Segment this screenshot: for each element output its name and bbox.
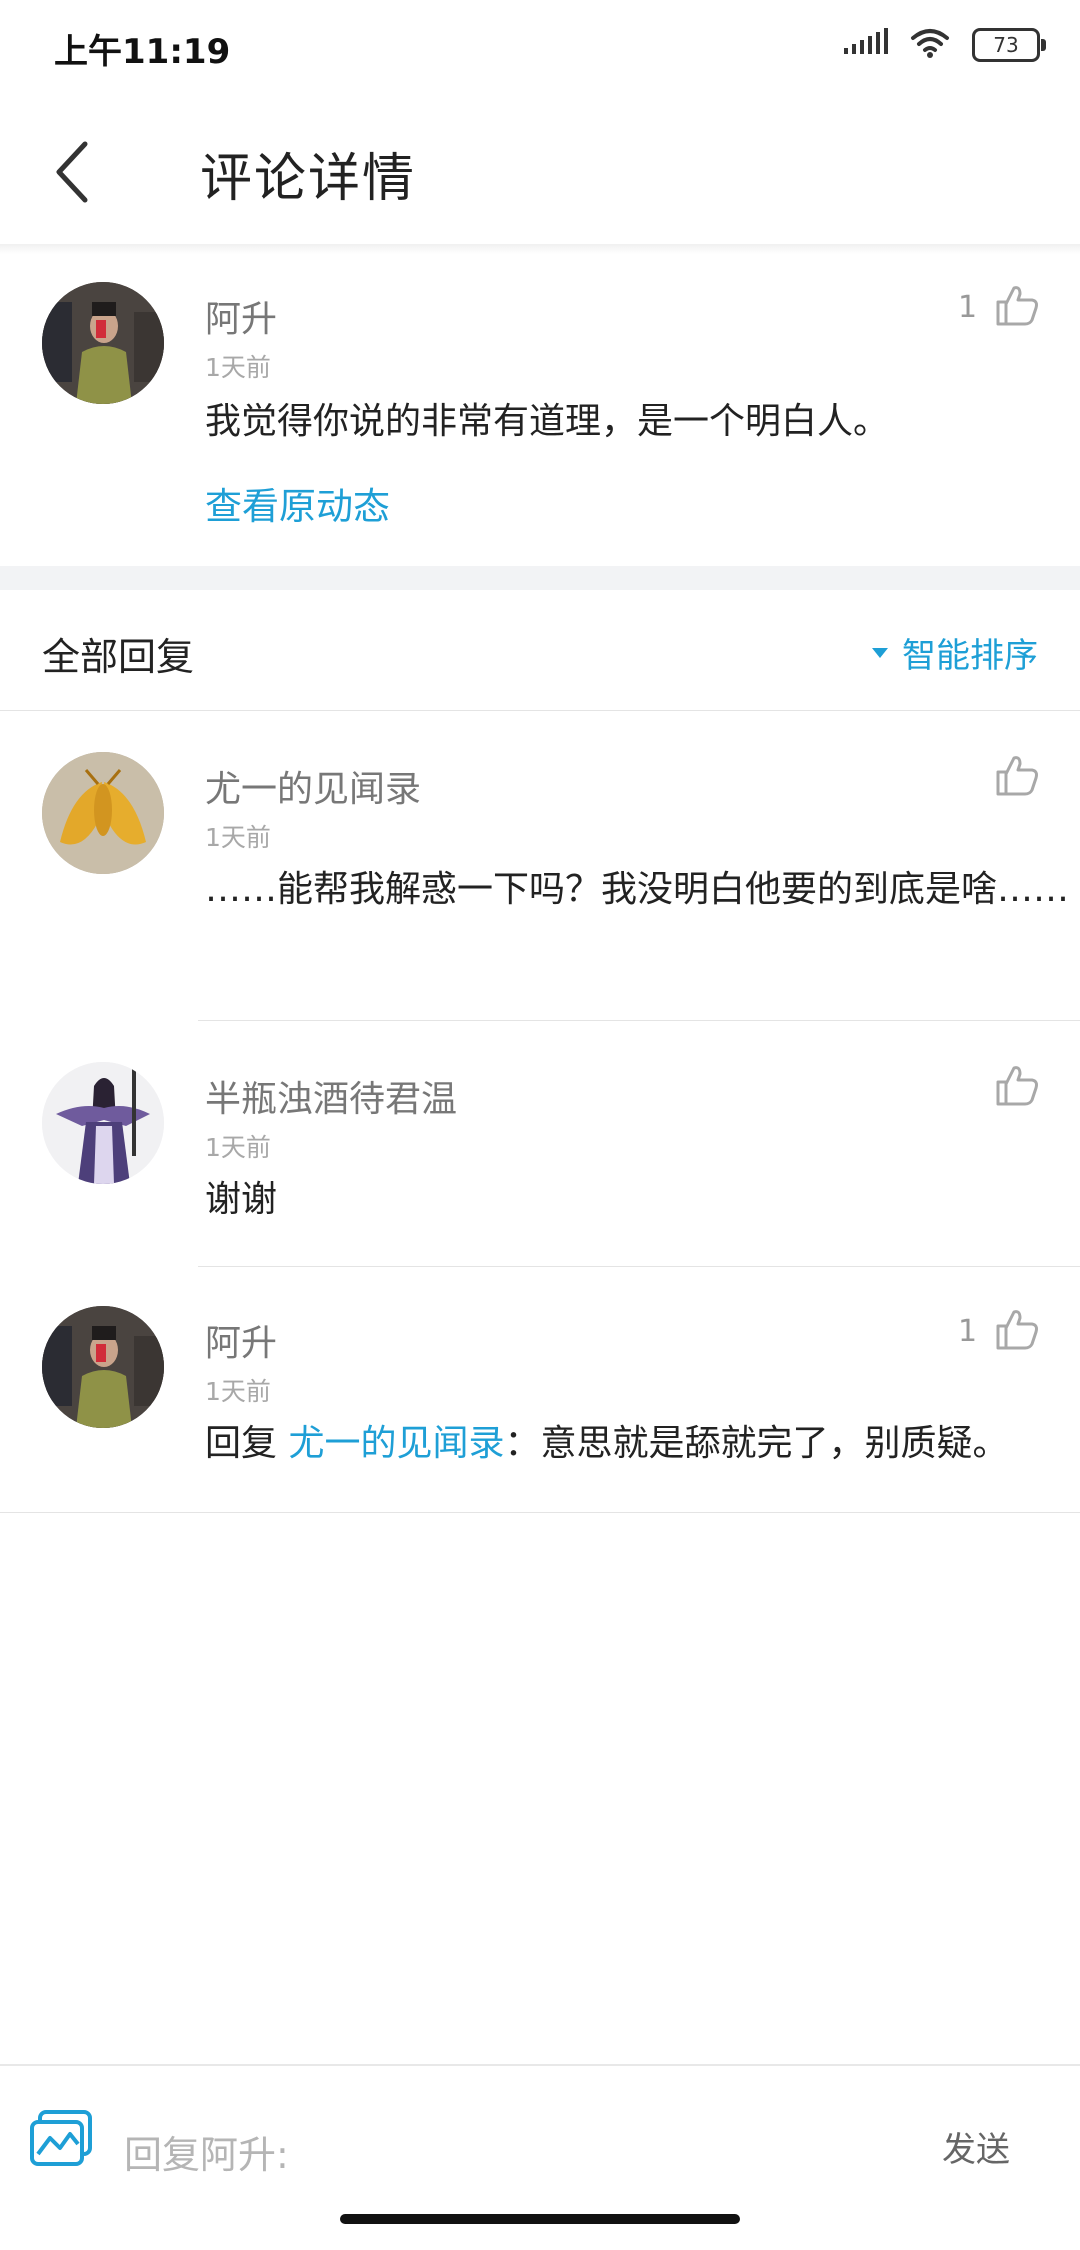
chevron-left-icon <box>56 141 88 203</box>
picture-icon <box>30 2110 92 2166</box>
comment-username[interactable]: 阿升 <box>205 290 277 342</box>
reply-time: 1天前 <box>205 1133 271 1162</box>
avatar[interactable] <box>42 1062 164 1184</box>
thumbs-up-icon <box>996 1310 1038 1350</box>
reply-prefix: 回复 <box>205 1423 289 1464</box>
avatar[interactable] <box>42 282 164 404</box>
reply-username[interactable]: 尤一的见闻录 <box>205 760 421 812</box>
app-header: 评论详情 <box>0 96 1080 245</box>
divider <box>198 1020 1080 1021</box>
sort-button[interactable]: 智能排序 <box>870 628 1038 677</box>
reply-time: 1天前 <box>205 1377 271 1406</box>
signal-icon <box>844 28 888 62</box>
reply-body: ：意思就是舔就完了，别质疑。 <box>504 1423 1009 1464</box>
back-button[interactable] <box>36 132 106 212</box>
reply-username[interactable]: 阿升 <box>205 1314 277 1366</box>
header-shadow <box>0 244 1080 254</box>
send-button[interactable]: 发送 <box>942 2122 1010 2171</box>
like-count: 1 <box>958 1314 978 1349</box>
avatar[interactable] <box>42 1306 164 1428</box>
like-button[interactable] <box>994 752 1040 802</box>
thumbs-up-icon <box>996 1066 1038 1106</box>
reply-text: 谢谢 <box>205 1179 278 1220</box>
like-button[interactable] <box>994 1306 1040 1356</box>
page-title: 评论详情 <box>200 149 417 209</box>
avatar[interactable] <box>42 752 164 874</box>
replies-section-title: 全部回复 <box>42 635 195 679</box>
like-button[interactable] <box>994 1062 1040 1112</box>
thumbs-up-icon <box>996 286 1038 326</box>
view-original-link[interactable]: 查看原动态 <box>205 476 390 530</box>
home-indicator[interactable] <box>340 2214 740 2224</box>
divider <box>0 710 1080 711</box>
reply-time: 1天前 <box>205 823 271 852</box>
battery-indicator: 73 <box>972 28 1046 62</box>
caret-down-icon <box>872 647 888 658</box>
divider <box>198 1266 1080 1267</box>
status-time: 上午11:19 <box>54 32 231 72</box>
mention-link[interactable]: 尤一的见闻录 <box>288 1423 504 1464</box>
sort-label: 智能排序 <box>902 636 1038 676</box>
image-picker-button[interactable] <box>30 2110 92 2172</box>
reply-input[interactable] <box>122 2116 886 2194</box>
reply-username[interactable]: 半瓶浊酒待君温 <box>205 1070 457 1122</box>
status-icons: 73 <box>844 28 1046 62</box>
reply-text: 回复 尤一的见闻录：意思就是舔就完了，别质疑。 <box>205 1412 1080 1476</box>
like-button[interactable] <box>994 282 1040 332</box>
divider <box>0 1512 1080 1513</box>
section-separator <box>0 566 1080 590</box>
wifi-icon <box>910 28 950 62</box>
comment-time: 1天前 <box>205 353 271 382</box>
reply-text: ……能帮我解惑一下吗？我没明白他要的到底是啥…… <box>205 869 1070 910</box>
comment-text: 我觉得你说的非常有道理，是一个明白人。 <box>205 401 890 442</box>
like-count: 1 <box>958 290 978 325</box>
thumbs-up-icon <box>996 756 1038 796</box>
